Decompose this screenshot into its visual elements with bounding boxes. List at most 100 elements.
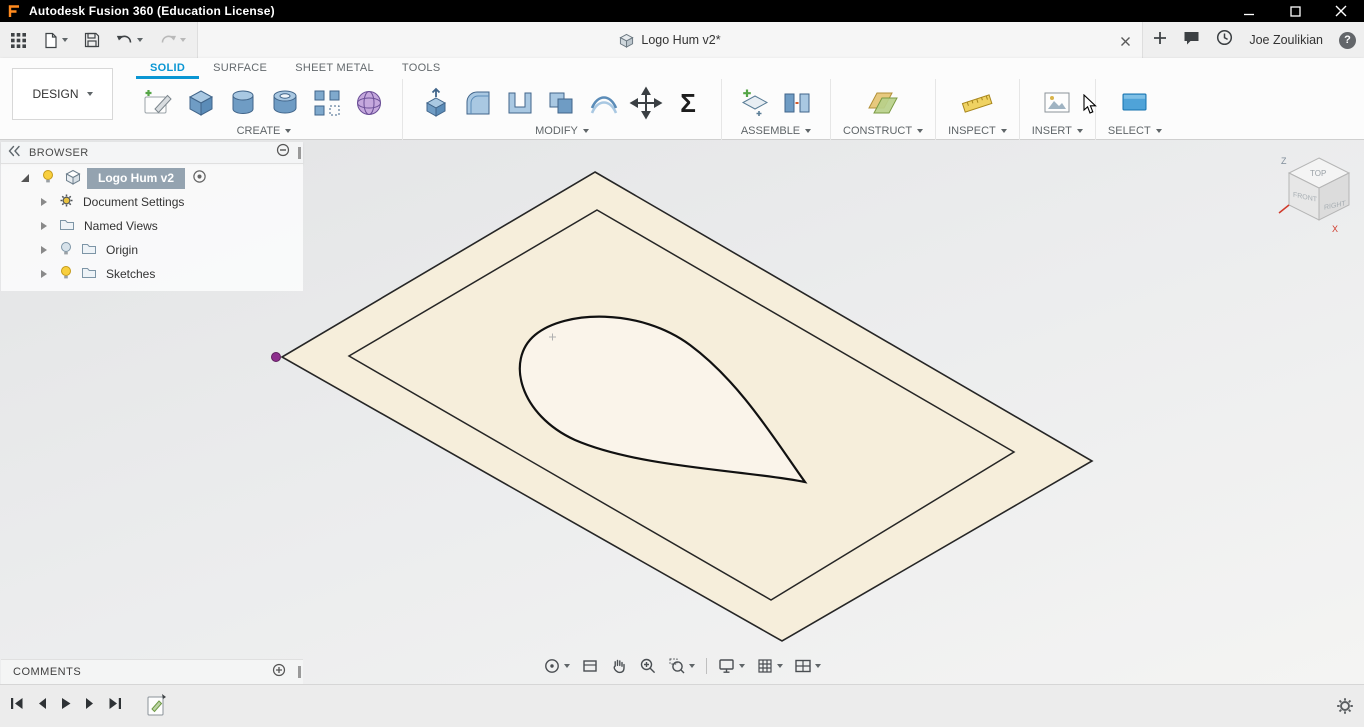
insert-label: INSERT: [1031, 125, 1072, 137]
insert-menu-button[interactable]: INSERT: [1032, 125, 1083, 137]
tab-sheet-metal[interactable]: SHEET METAL: [281, 58, 388, 79]
sketch-point[interactable]: [271, 352, 281, 362]
timeline-go-to-end-button[interactable]: [108, 697, 122, 715]
viewport-canvas[interactable]: Z TOP FRONT RIGHT X BROWSER Logo Hum v2 …: [0, 140, 1364, 684]
help-button[interactable]: ?: [1339, 31, 1356, 49]
select-tool-icon[interactable]: [1114, 82, 1156, 124]
modify-menu-button[interactable]: MODIFY: [535, 125, 589, 137]
joint-icon[interactable]: [776, 82, 818, 124]
zoom-button[interactable]: [639, 657, 657, 675]
create-menu-button[interactable]: CREATE: [237, 125, 292, 137]
timeline-step-back-button[interactable]: [36, 697, 48, 715]
inspect-menu-button[interactable]: INSPECT: [948, 125, 1007, 137]
zoom-window-caret-icon[interactable]: [689, 664, 695, 668]
tab-solid[interactable]: SOLID: [136, 58, 200, 79]
visibility-bulb-icon[interactable]: [59, 265, 73, 283]
select-menu-button[interactable]: SELECT: [1108, 125, 1162, 137]
close-button[interactable]: [1318, 0, 1364, 22]
redo-button[interactable]: [159, 32, 186, 48]
revolve-icon[interactable]: [222, 82, 264, 124]
grid-snap-button[interactable]: [756, 657, 783, 675]
collapsed-caret-icon[interactable]: [41, 222, 47, 230]
folder-icon: [59, 218, 75, 235]
new-document-tab-button[interactable]: [1153, 31, 1167, 50]
comments-panel[interactable]: COMMENTS: [1, 659, 303, 684]
create-sketch-icon[interactable]: [138, 82, 180, 124]
save-button[interactable]: [84, 32, 100, 48]
change-parameters-icon[interactable]: Σ: [667, 82, 709, 124]
construct-plane-icon[interactable]: [862, 82, 904, 124]
comments-bubble-icon[interactable]: [1183, 30, 1200, 51]
timeline-sketch-feature[interactable]: [146, 694, 166, 723]
activate-component-radio-icon[interactable]: [192, 169, 207, 187]
viewports-caret-icon[interactable]: [815, 664, 821, 668]
file-menu-button[interactable]: [43, 32, 68, 49]
offset-face-icon[interactable]: [583, 82, 625, 124]
document-tab-close-icon[interactable]: [1120, 34, 1131, 52]
expand-indicator-icon[interactable]: [21, 174, 29, 182]
undo-button[interactable]: [116, 32, 143, 48]
fillet-icon[interactable]: [457, 82, 499, 124]
browser-row-root[interactable]: Logo Hum v2: [1, 166, 303, 190]
view-navigation-bar: [543, 657, 821, 675]
move-copy-icon[interactable]: [625, 82, 667, 124]
group-construct: CONSTRUCT: [830, 79, 935, 140]
app-title: Autodesk Fusion 360 (Education License): [29, 4, 275, 18]
display-settings-caret-icon[interactable]: [739, 664, 745, 668]
minimize-button[interactable]: [1226, 0, 1272, 22]
visibility-bulb-off-icon[interactable]: [59, 241, 73, 259]
comments-scroll-handle[interactable]: [298, 666, 301, 678]
browser-collapse-icon[interactable]: [7, 144, 21, 162]
add-comment-icon[interactable]: [272, 663, 286, 682]
visibility-bulb-icon[interactable]: [41, 169, 55, 187]
browser-row-origin[interactable]: Origin: [1, 238, 303, 262]
maximize-button[interactable]: [1272, 0, 1318, 22]
tab-surface[interactable]: SURFACE: [199, 58, 281, 79]
shell-icon[interactable]: [499, 82, 541, 124]
grid-snap-caret-icon[interactable]: [777, 664, 783, 668]
orbit-caret-icon[interactable]: [564, 664, 570, 668]
collapsed-caret-icon[interactable]: [41, 246, 47, 254]
tab-tools[interactable]: TOOLS: [388, 58, 455, 79]
user-name[interactable]: Joe Zoulikian: [1249, 33, 1323, 47]
browser-title: BROWSER: [29, 146, 89, 159]
browser-row-document-settings[interactable]: Document Settings: [1, 190, 303, 214]
pan-button[interactable]: [610, 657, 628, 675]
press-pull-icon[interactable]: [415, 82, 457, 124]
document-tab[interactable]: Logo Hum v2*: [197, 22, 1143, 58]
viewports-button[interactable]: [794, 657, 821, 675]
browser-row-sketches[interactable]: Sketches: [1, 262, 303, 286]
tree-item-label: Named Views: [84, 219, 158, 233]
browser-row-named-views[interactable]: Named Views: [1, 214, 303, 238]
tree-item-label: Origin: [106, 243, 139, 257]
job-status-clock-icon[interactable]: [1216, 29, 1233, 51]
extrude-icon[interactable]: [180, 82, 222, 124]
zoom-window-button[interactable]: [668, 657, 695, 675]
app-grid-menu-icon[interactable]: [10, 32, 27, 49]
timeline-settings-gear-icon[interactable]: [1336, 697, 1354, 720]
root-component-name[interactable]: Logo Hum v2: [87, 167, 186, 189]
insert-canvas-icon[interactable]: [1036, 82, 1078, 124]
timeline-go-to-start-button[interactable]: [10, 697, 24, 715]
pattern-icon[interactable]: [306, 82, 348, 124]
document-tab-label: Logo Hum v2*: [641, 33, 721, 47]
viewcube[interactable]: Z TOP FRONT RIGHT X: [1276, 150, 1362, 243]
browser-scroll-handle[interactable]: [298, 146, 301, 159]
collapsed-caret-icon[interactable]: [41, 270, 47, 278]
assemble-menu-button[interactable]: ASSEMBLE: [741, 125, 812, 137]
timeline-play-button[interactable]: [60, 697, 72, 715]
group-create: CREATE: [126, 79, 402, 140]
timeline-step-forward-button[interactable]: [84, 697, 96, 715]
orbit-button[interactable]: [543, 657, 570, 675]
collapsed-caret-icon[interactable]: [41, 198, 47, 206]
construct-menu-button[interactable]: CONSTRUCT: [843, 125, 924, 137]
workspace-switcher[interactable]: DESIGN: [12, 68, 113, 120]
new-component-icon[interactable]: [734, 82, 776, 124]
combine-icon[interactable]: [541, 82, 583, 124]
create-form-icon[interactable]: [348, 82, 390, 124]
hole-icon[interactable]: [264, 82, 306, 124]
display-settings-button[interactable]: [718, 657, 745, 675]
browser-minimize-icon[interactable]: [276, 143, 290, 162]
measure-icon[interactable]: [956, 82, 998, 124]
look-at-button[interactable]: [581, 657, 599, 675]
